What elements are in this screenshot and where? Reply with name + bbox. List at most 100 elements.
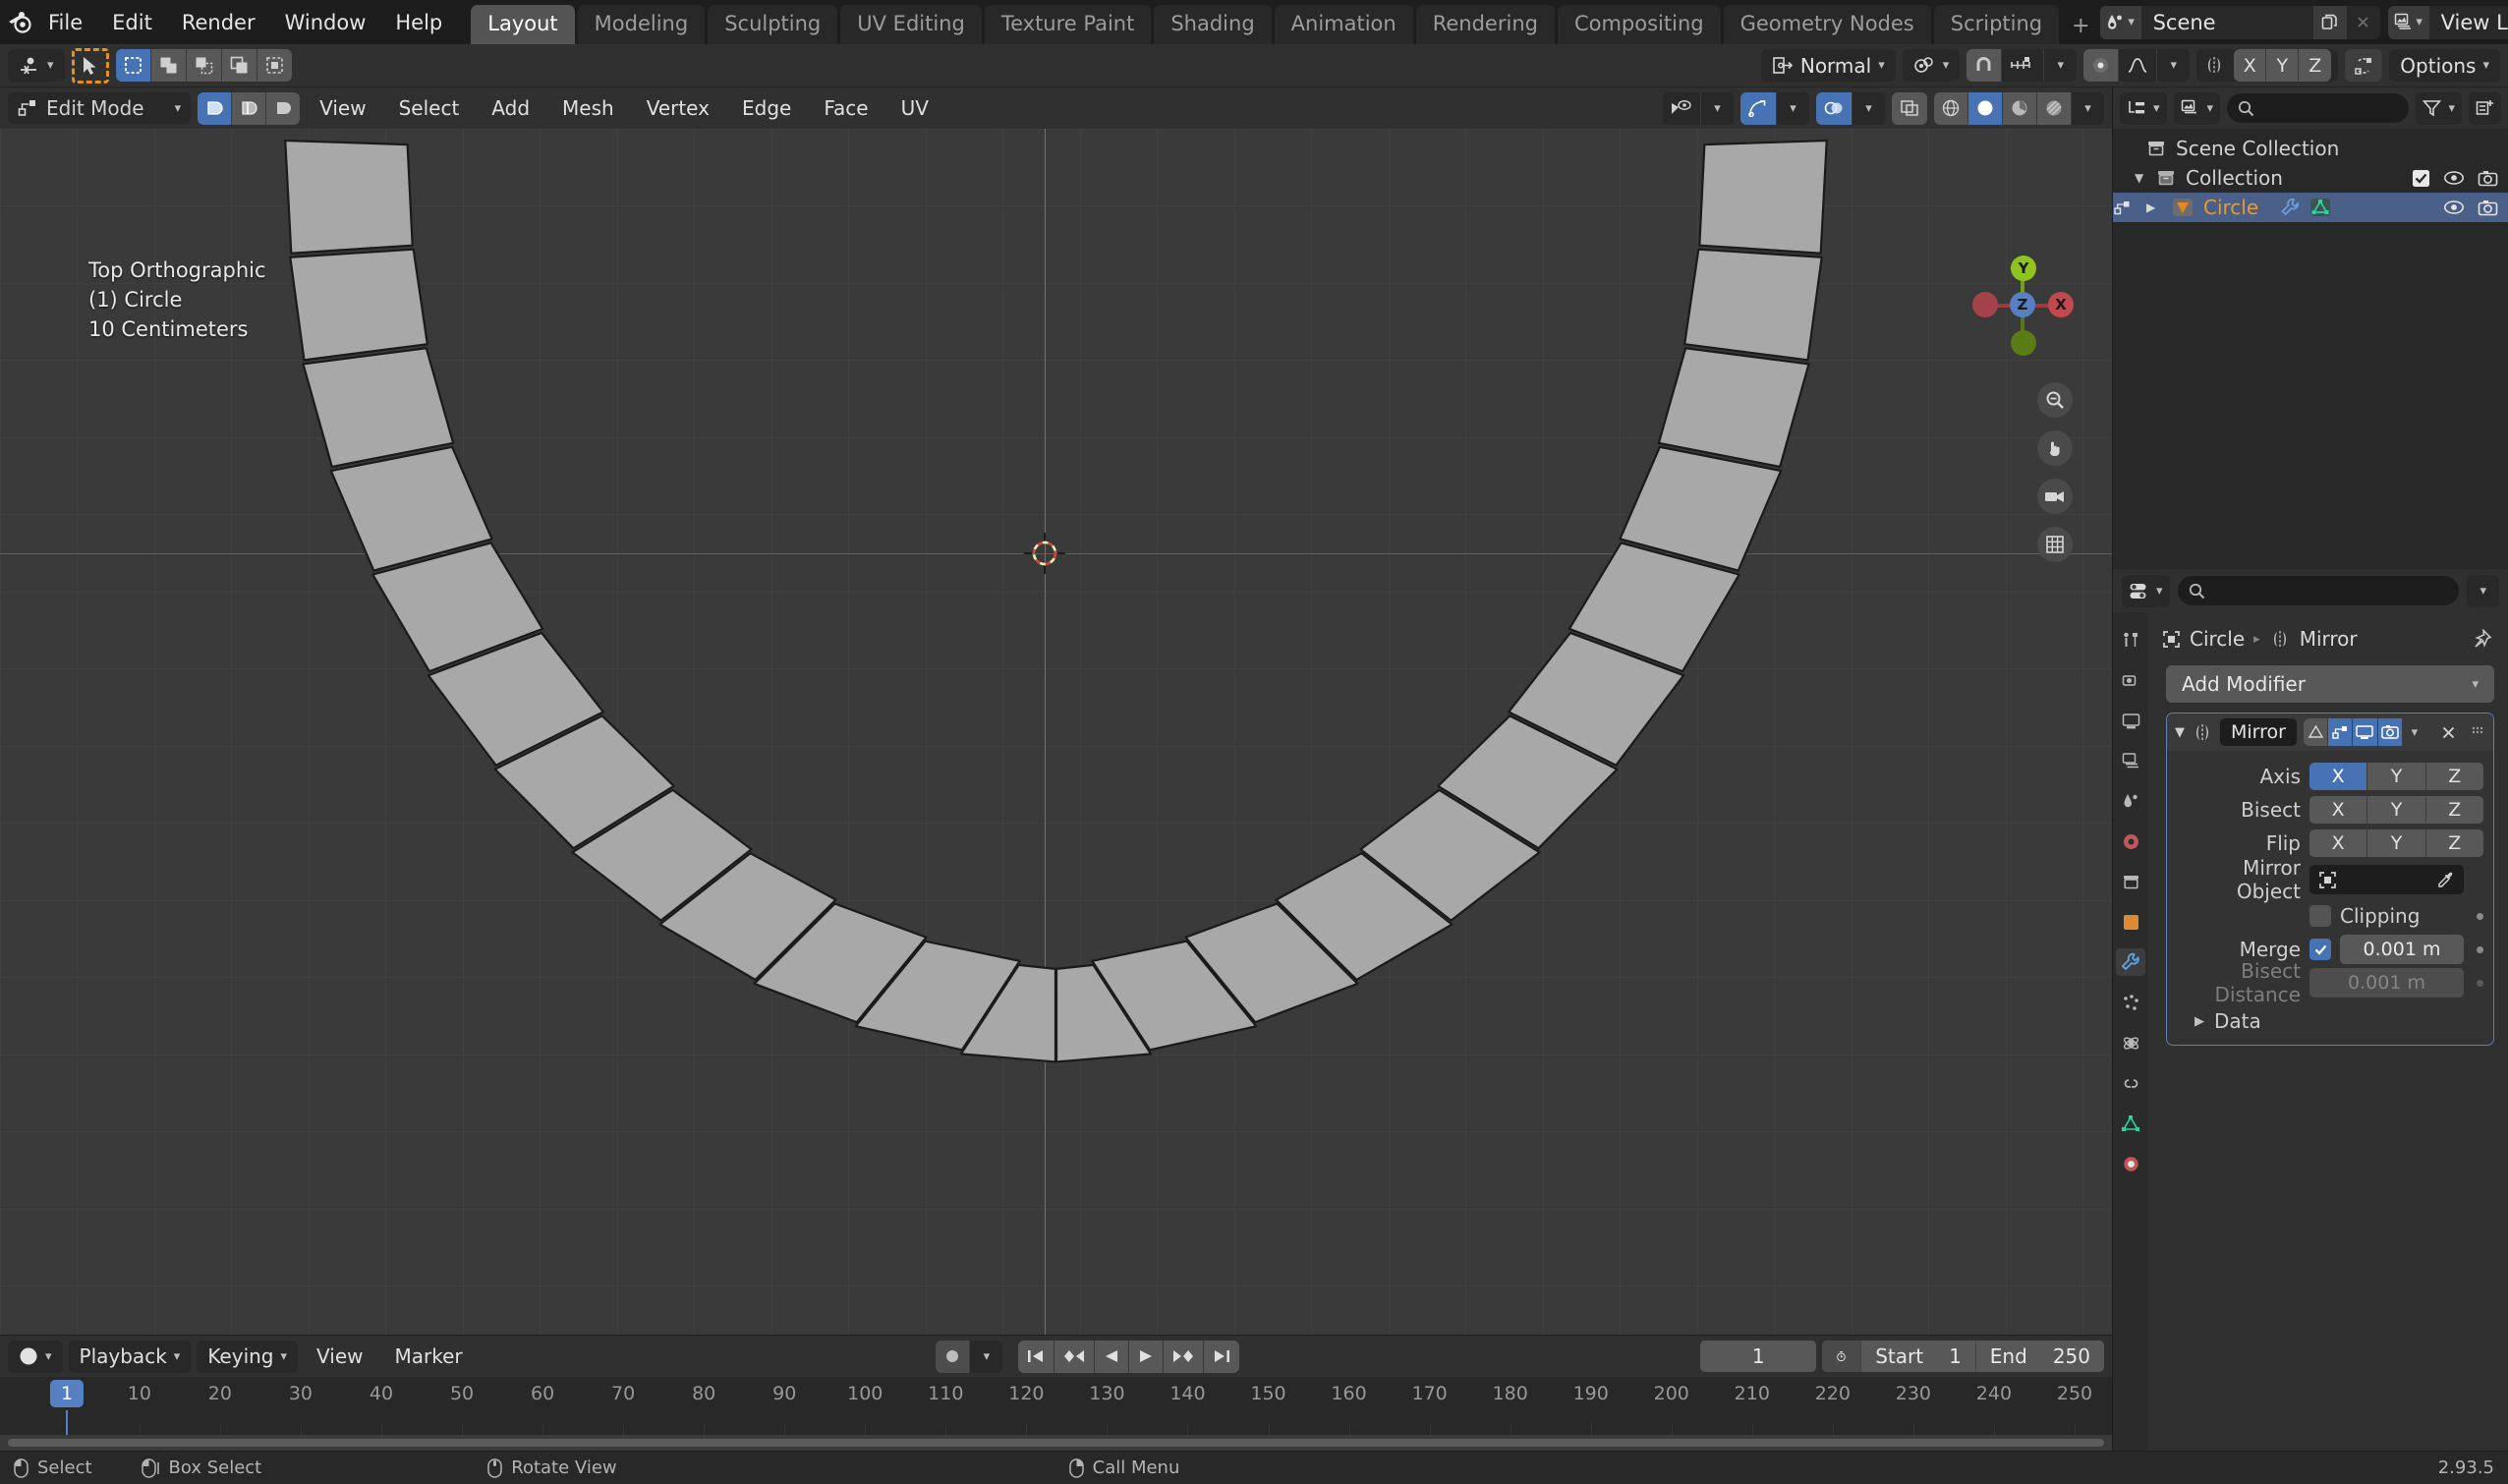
cursor-select-icon[interactable] [71,47,109,84]
add-modifier-button[interactable]: Add Modifier ▾ [2166,665,2494,703]
merge-distance-field[interactable]: 0.001 m [2340,935,2464,964]
bisect-x-button[interactable]: X [2309,796,2368,824]
on-cage-icon[interactable] [2303,718,2329,746]
physics-tab-icon[interactable] [2116,1029,2145,1056]
render-display-icon[interactable] [2377,718,2403,746]
mirror-x-button[interactable]: X [2234,49,2267,82]
scene-selector[interactable]: ▾ Scene [2099,5,2380,39]
rendered-shading-icon[interactable] [2037,91,2072,125]
object-tab-icon[interactable] [2116,908,2145,936]
viewport-menu-vertex[interactable]: Vertex [634,92,722,124]
axis-x-button[interactable]: X [2309,763,2368,790]
magnet-icon[interactable] [1966,49,2003,82]
menu-render[interactable]: Render [167,6,270,39]
falloff-smooth-icon[interactable] [2119,49,2158,82]
chevron-down-icon[interactable]: ▾ [1852,91,1885,125]
gizmo-axis-y-positive[interactable]: Y [2011,256,2036,281]
outliner-display-icon[interactable]: ▾ [2120,91,2167,125]
flip-y-button[interactable]: Y [2367,829,2426,857]
proportional-icon[interactable] [2083,49,2120,82]
vertex-select-icon[interactable] [198,91,233,125]
gizmo-axis-x-positive[interactable]: X [2048,292,2074,317]
workspace-tab-geometry-nodes[interactable]: Geometry Nodes [1723,4,1931,44]
timeline-scrollbar[interactable] [0,1435,2112,1451]
expander-icon[interactable]: ▶ [2146,200,2172,214]
select-set-icon[interactable] [115,49,151,82]
start-frame-field[interactable]: Start 1 [1861,1341,1976,1372]
chevron-down-icon[interactable]: ▾ [2044,49,2078,82]
camera-icon[interactable] [2478,200,2498,216]
duplicate-icon[interactable] [2312,5,2347,39]
workspace-tab-shading[interactable]: Shading [1154,4,1272,44]
axis-z-button[interactable]: Z [2425,763,2483,790]
editor-type-icon[interactable]: ▾ [8,49,65,82]
clipping-checkbox[interactable] [2309,905,2331,927]
chevron-down-icon[interactable]: ▾ [1701,91,1734,125]
scene-tab-icon[interactable] [2116,787,2145,815]
workspace-tab-layout[interactable]: Layout [471,4,575,44]
edit-mode-display-icon[interactable] [2328,718,2354,746]
jump-to-end-icon[interactable] [1204,1340,1240,1373]
output-tab-icon[interactable] [2116,707,2145,734]
mesh-object[interactable] [0,129,2112,1335]
expander-icon[interactable]: ▼ [2135,171,2156,185]
x-icon[interactable] [2347,6,2380,39]
constraints-tab-icon[interactable] [2116,1069,2145,1097]
properties-search-input[interactable] [2177,576,2460,605]
workspace-tab-uv-editing[interactable]: UV Editing [840,4,982,44]
timeline-playhead[interactable]: 1 [49,1380,85,1407]
bisect-z-button[interactable]: Z [2425,796,2483,824]
checkbox-icon[interactable] [2412,169,2430,188]
mirror-z-button[interactable]: Z [2299,49,2332,82]
animate-dot-icon[interactable] [2477,912,2483,920]
toggle-ortho-grid-icon[interactable] [2037,527,2073,562]
gizmo-axis-z[interactable]: Z [2010,292,2035,317]
tool-tab-icon[interactable] [2116,626,2145,654]
view-layer-name[interactable]: View Layer [2429,6,2508,39]
workspace-tab-compositing[interactable]: Compositing [1557,4,1721,44]
workspace-tab-modeling[interactable]: Modeling [577,4,706,44]
current-frame-field[interactable]: 1 [1700,1341,1817,1372]
modifier-tab-icon[interactable] [2116,948,2145,976]
breadcrumb-modifier-name[interactable]: Mirror [2300,627,2358,651]
end-frame-field[interactable]: End 250 [1976,1341,2104,1372]
timeline-ruler[interactable]: 10 20 30 40 50 60 70 80 90 100 110 120 130 140 150 160 1… [0,1377,2112,1435]
overlays-icon[interactable] [1816,91,1852,125]
select-invert-icon[interactable] [221,49,257,82]
workspace-tab-animation[interactable]: Animation [1274,4,1413,44]
timeline-menu-view[interactable]: View [304,1341,375,1372]
chevron-down-icon[interactable]: ▾ [2157,49,2191,82]
modifier-name-field[interactable]: Mirror [2220,718,2297,746]
new-collection-icon[interactable] [2469,91,2501,125]
world-tab-icon[interactable] [2116,828,2145,855]
workspace-tab-scripting[interactable]: Scripting [1933,4,2060,44]
auto-merge-icon[interactable] [2345,49,2383,82]
add-workspace-button[interactable]: + [2062,8,2099,44]
camera-icon[interactable] [2478,170,2498,187]
gizmo-icon[interactable] [1740,91,1777,125]
view-layer-tab-icon[interactable] [2116,747,2145,774]
close-icon[interactable] [2434,724,2463,741]
transform-orientation-dropdown[interactable]: Normal ▾ [1760,49,1896,82]
mesh-data-icon[interactable] [2309,198,2331,217]
view-layer-selector[interactable]: ▾ View Layer [2387,5,2508,39]
viewport-menu-edge[interactable]: Edge [729,92,804,124]
play-reverse-icon[interactable] [1095,1340,1130,1373]
mirror-y-button[interactable]: Y [2266,49,2300,82]
prev-keyframe-icon[interactable] [1054,1340,1096,1373]
eyedropper-icon[interactable] [2436,871,2455,889]
next-keyframe-icon[interactable] [1164,1340,1205,1373]
chevron-down-icon[interactable]: ▾ [2072,91,2104,125]
outliner-row-collection[interactable]: ▼ Collection [2113,163,2508,193]
visibility-icon[interactable] [1663,91,1701,125]
scene-name[interactable]: Scene [2141,6,2313,39]
outliner-row-circle[interactable]: ▶ Circle [2113,193,2508,222]
select-intersect-icon[interactable] [256,49,292,82]
properties-options-icon[interactable]: ▾ [2467,574,2499,607]
viewport-menu-face[interactable]: Face [811,92,881,124]
timeline-menu-marker[interactable]: Marker [382,1341,476,1372]
viewport-menu-view[interactable]: View [307,92,378,124]
particles-tab-icon[interactable] [2116,989,2145,1016]
breadcrumb-object-name[interactable]: Circle [2190,627,2245,651]
mode-dropdown[interactable]: Edit Mode ▾ [8,92,192,124]
